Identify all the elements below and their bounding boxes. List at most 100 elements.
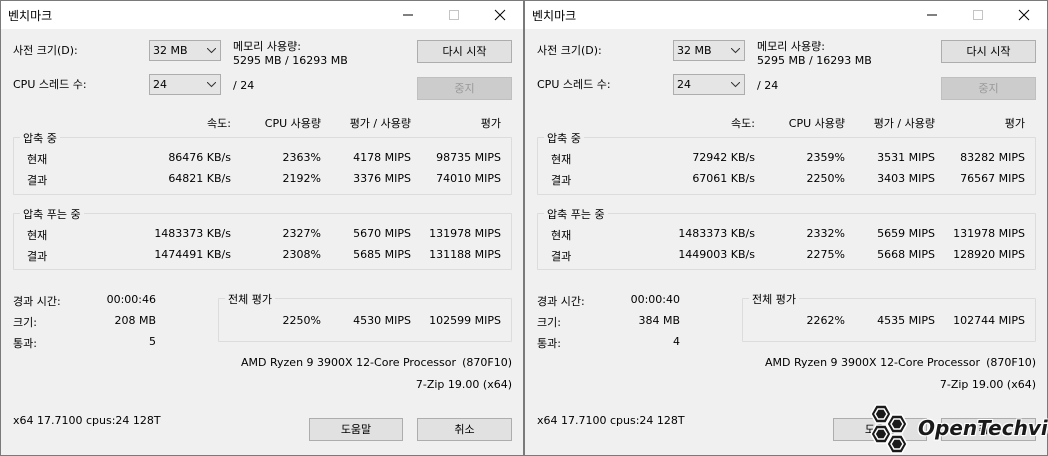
- compress-current-rating-usage: 3531 MIPS: [877, 151, 935, 164]
- cpu-id: (870F10): [462, 356, 512, 369]
- compress-current-cpu: 2359%: [806, 151, 845, 164]
- decompress-result-rating-usage: 5668 MIPS: [877, 248, 935, 261]
- opentechview-logo-icon: [870, 404, 908, 454]
- opentechview-watermark: OpenTechview: [862, 403, 1048, 455]
- decompress-result-label: 결과: [551, 250, 572, 263]
- decompress-result-label: 결과: [27, 250, 48, 263]
- elapsed-time-label: 경과 시간:: [537, 295, 585, 308]
- compress-result-rating: 74010 MIPS: [436, 172, 501, 185]
- close-icon: [494, 9, 506, 21]
- compress-current-rating-usage: 4178 MIPS: [353, 151, 411, 164]
- system-info: x64 17.7100 cpus:24 128T: [537, 414, 685, 427]
- decompress-current-rating: 131978 MIPS: [953, 227, 1025, 240]
- header-cpu-usage: CPU 사용량: [788, 117, 845, 130]
- decompress-legend: 압축 푸는 중: [544, 206, 608, 222]
- compress-result-label: 결과: [27, 174, 48, 187]
- version-text: 7-Zip 19.00 (x64): [415, 378, 512, 391]
- maximize-icon: [449, 10, 459, 20]
- compress-current-rating: 98735 MIPS: [436, 151, 501, 164]
- window-title: 벤치마크: [532, 9, 577, 23]
- passes-label: 통과:: [13, 337, 37, 350]
- decompress-result-cpu: 2275%: [806, 248, 845, 261]
- cpu-threads-total: / 24: [233, 79, 255, 92]
- compress-result-label: 결과: [551, 174, 572, 187]
- dictionary-size-label: 사전 크기(D):: [537, 44, 602, 57]
- dictionary-size-select[interactable]: 32 MB: [673, 40, 745, 61]
- chevron-down-icon: [731, 82, 740, 88]
- restart-button[interactable]: 다시 시작: [941, 40, 1036, 63]
- decompress-result-rating: 131188 MIPS: [429, 248, 501, 261]
- decompress-result-rating-usage: 5685 MIPS: [353, 248, 411, 261]
- minimize-icon: [927, 14, 937, 16]
- cpu-threads-select[interactable]: 24: [673, 74, 745, 95]
- memory-usage-value: 5295 MB / 16293 MB: [233, 54, 348, 67]
- cancel-button[interactable]: 취소: [417, 418, 512, 441]
- close-icon: [1018, 9, 1030, 21]
- title-bar[interactable]: 벤치마크: [1, 1, 523, 29]
- total-rating-usage: 4535 MIPS: [877, 314, 935, 327]
- maximize-button[interactable]: [955, 1, 1001, 29]
- size-label: 크기:: [537, 316, 561, 329]
- memory-usage-label: 메모리 사용량:: [757, 40, 825, 53]
- cpu-threads-value: 24: [153, 78, 167, 91]
- benchmark-window-left: 벤치마크 사전 크기(D): 32 MB CPU 스레드 수: 24 / 24 …: [0, 0, 524, 456]
- compress-legend: 압축 중: [544, 130, 584, 146]
- compress-result-rating: 76567 MIPS: [960, 172, 1025, 185]
- cpu-id: (870F10): [986, 356, 1036, 369]
- compress-result-speed: 67061 KB/s: [692, 172, 755, 185]
- title-bar[interactable]: 벤치마크: [525, 1, 1047, 29]
- cpu-threads-label: CPU 스레드 수:: [537, 78, 611, 91]
- help-button[interactable]: 도움말: [309, 418, 403, 441]
- header-cpu-usage: CPU 사용량: [264, 117, 321, 130]
- chevron-down-icon: [731, 48, 740, 54]
- passes-value: 5: [149, 335, 156, 348]
- system-info: x64 17.7100 cpus:24 128T: [13, 414, 161, 427]
- decompress-current-speed: 1483373 KB/s: [154, 227, 231, 240]
- memory-usage-value: 5295 MB / 16293 MB: [757, 54, 872, 67]
- decompress-group: 압축 푸는 중: [13, 206, 512, 270]
- chevron-down-icon: [207, 48, 216, 54]
- watermark-text: OpenTechview: [918, 416, 1048, 440]
- decompress-result-rating: 128920 MIPS: [953, 248, 1025, 261]
- minimize-button[interactable]: [909, 1, 955, 29]
- decompress-result-cpu: 2308%: [282, 248, 321, 261]
- cpu-threads-select[interactable]: 24: [149, 74, 221, 95]
- header-rating: 평가: [480, 117, 501, 130]
- passes-label: 통과:: [537, 337, 561, 350]
- close-button[interactable]: [477, 1, 523, 29]
- elapsed-time-value: 00:00:46: [106, 293, 156, 306]
- decompress-current-rating: 131978 MIPS: [429, 227, 501, 240]
- version-text: 7-Zip 19.00 (x64): [939, 378, 1036, 391]
- compress-current-speed: 86476 KB/s: [168, 151, 231, 164]
- decompress-current-speed: 1483373 KB/s: [678, 227, 755, 240]
- decompress-current-cpu: 2327%: [282, 227, 321, 240]
- decompress-result-speed: 1449003 KB/s: [678, 248, 755, 261]
- dictionary-size-value: 32 MB: [153, 44, 188, 57]
- stop-button[interactable]: 중지: [941, 77, 1036, 100]
- compress-current-label: 현재: [551, 153, 572, 166]
- cpu-threads-total: / 24: [757, 79, 779, 92]
- decompress-group: 압축 푸는 중: [537, 206, 1036, 270]
- compress-current-cpu: 2363%: [282, 151, 321, 164]
- elapsed-time-value: 00:00:40: [630, 293, 680, 306]
- header-rating-usage: 평가 / 사용량: [349, 117, 411, 130]
- compress-group: 압축 중: [13, 130, 512, 195]
- decompress-current-rating-usage: 5670 MIPS: [353, 227, 411, 240]
- restart-button[interactable]: 다시 시작: [417, 40, 512, 63]
- decompress-legend: 압축 푸는 중: [20, 206, 84, 222]
- minimize-button[interactable]: [385, 1, 431, 29]
- total-rating-legend: 전체 평가: [225, 291, 275, 307]
- total-rating-legend: 전체 평가: [749, 291, 799, 307]
- size-label: 크기:: [13, 316, 37, 329]
- decompress-result-speed: 1474491 KB/s: [154, 248, 231, 261]
- total-rating-usage: 4530 MIPS: [353, 314, 411, 327]
- dictionary-size-select[interactable]: 32 MB: [149, 40, 221, 61]
- elapsed-time-label: 경과 시간:: [13, 295, 61, 308]
- close-button[interactable]: [1001, 1, 1047, 29]
- compress-result-rating-usage: 3403 MIPS: [877, 172, 935, 185]
- benchmark-window-right: 벤치마크 사전 크기(D): 32 MB CPU 스레드 수: 24 / 24 …: [524, 0, 1048, 456]
- chevron-down-icon: [207, 82, 216, 88]
- maximize-button[interactable]: [431, 1, 477, 29]
- total-cpu: 2262%: [806, 314, 845, 327]
- stop-button[interactable]: 중지: [417, 77, 512, 100]
